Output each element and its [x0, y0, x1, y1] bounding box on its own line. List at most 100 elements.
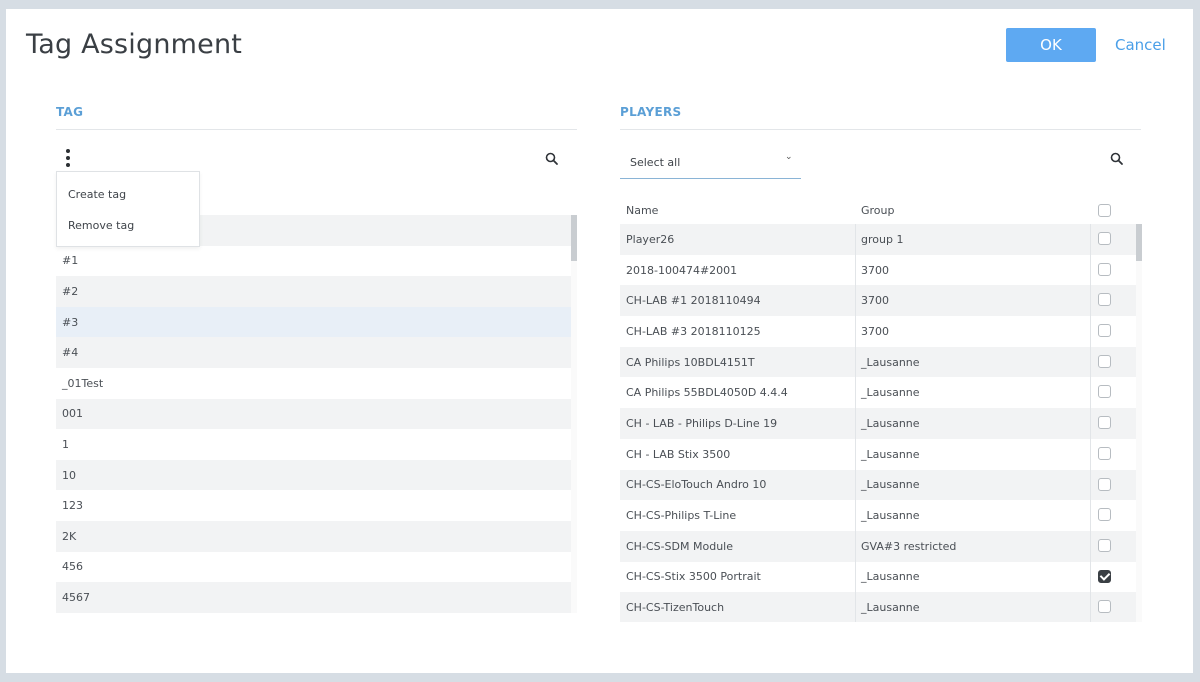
search-icon[interactable] — [545, 152, 559, 166]
player-checkbox[interactable] — [1098, 262, 1111, 276]
player-checkbox[interactable] — [1098, 232, 1111, 245]
select-all-label: Select all — [630, 156, 681, 169]
player-row[interactable]: CA Philips 55BDL4050D 4.4.4 _Lausanne — [620, 377, 1141, 409]
column-divider — [855, 561, 856, 593]
player-checkbox[interactable] — [1098, 446, 1111, 460]
player-checkbox[interactable] — [1098, 293, 1111, 307]
remove-tag-menu-item[interactable]: Remove tag — [57, 210, 199, 241]
player-row[interactable]: CH-CS-EloTouch Andro 10 _Lausanne — [620, 469, 1141, 501]
player-name-cell: CH-CS-Stix 3500 Portrait — [626, 570, 761, 584]
player-name-cell: CH-CS-TizenTouch — [626, 601, 725, 615]
player-checkbox[interactable] — [1098, 354, 1111, 368]
tag-list-item[interactable]: #3 — [56, 306, 577, 338]
player-group-cell: _Lausanne — [861, 509, 920, 523]
column-divider — [855, 285, 856, 317]
player-row[interactable]: CH - LAB - Philips D-Line 19 _Lausanne — [620, 408, 1141, 439]
tag-list-item[interactable]: 2K — [56, 520, 577, 552]
player-name-cell: CA Philips 55BDL4050D 4.4.4 — [626, 386, 788, 400]
tag-list-scrollbar-thumb[interactable] — [571, 215, 577, 261]
select-all-checkbox[interactable] — [1098, 204, 1111, 217]
player-name-cell: CH-CS-EloTouch Andro 10 — [626, 478, 767, 492]
tag-label: 001 — [62, 407, 83, 421]
player-checkbox[interactable] — [1098, 600, 1111, 614]
player-name-cell: CH - LAB Stix 3500 — [626, 447, 731, 461]
tag-list-item[interactable]: #1 — [56, 246, 577, 277]
player-row[interactable]: Player26 group 1 — [620, 224, 1141, 255]
column-divider — [855, 408, 856, 439]
column-header-name[interactable]: Name — [626, 195, 658, 225]
player-name-cell: Player26 — [626, 232, 675, 246]
player-row[interactable]: CH - LAB Stix 3500 _Lausanne — [620, 438, 1141, 470]
column-divider — [855, 224, 856, 255]
ok-button[interactable]: OK — [1006, 28, 1096, 62]
tag-list-item[interactable]: 4567 — [56, 582, 577, 613]
tag-list-item[interactable]: _01Test — [56, 368, 577, 399]
player-group-cell: _Lausanne — [861, 416, 920, 430]
column-divider — [1090, 438, 1091, 470]
dialog-title: Tag Assignment — [26, 29, 243, 60]
select-all-dropdown[interactable]: Select all — [620, 147, 801, 179]
tag-section-title: TAG — [56, 105, 84, 119]
tag-list-item[interactable]: 123 — [56, 490, 577, 521]
player-row[interactable]: CH-CS-SDM Module GVA#3 restricted — [620, 530, 1141, 562]
column-divider — [855, 500, 856, 531]
player-group-cell: _Lausanne — [861, 601, 920, 615]
column-divider — [855, 592, 856, 622]
player-checkbox[interactable] — [1098, 569, 1111, 583]
column-divider — [855, 530, 856, 562]
tag-list-item[interactable]: 001 — [56, 398, 577, 430]
player-row[interactable]: CH-CS-Philips T-Line _Lausanne — [620, 500, 1141, 531]
cancel-button[interactable]: Cancel — [1115, 36, 1166, 54]
tag-label: 123 — [62, 499, 83, 513]
player-group-cell: group 1 — [861, 232, 904, 246]
tag-list-item[interactable]: 456 — [56, 552, 577, 583]
player-row[interactable]: 2018-100474#2001 3700 — [620, 254, 1141, 286]
player-row[interactable]: CH-LAB #3 2018110125 3700 — [620, 316, 1141, 347]
players-scrollbar-track[interactable] — [1136, 224, 1142, 622]
players-section-divider — [620, 129, 1141, 130]
tag-list-scrollbar-track[interactable] — [571, 215, 577, 613]
search-icon[interactable] — [1110, 152, 1124, 166]
column-divider — [1090, 530, 1091, 562]
player-row[interactable]: CH-LAB #1 2018110494 3700 — [620, 285, 1141, 317]
column-divider — [1090, 592, 1091, 622]
player-row[interactable]: CA Philips 10BDL4151T _Lausanne — [620, 346, 1141, 378]
player-checkbox[interactable] — [1098, 477, 1111, 491]
player-group-cell: _Lausanne — [861, 478, 920, 492]
tag-list-item[interactable]: 1 — [56, 429, 577, 460]
tag-label: 4567 — [62, 590, 90, 604]
player-row[interactable]: CH-CS-TizenTouch _Lausanne — [620, 592, 1141, 622]
player-checkbox[interactable] — [1098, 385, 1111, 399]
tag-list-item[interactable]: #2 — [56, 276, 577, 307]
kebab-menu-icon[interactable] — [63, 149, 73, 167]
player-checkbox[interactable] — [1098, 416, 1111, 430]
player-checkbox[interactable] — [1098, 538, 1111, 552]
player-checkbox[interactable] — [1098, 508, 1111, 522]
column-header-group[interactable]: Group — [861, 195, 895, 225]
player-checkbox[interactable] — [1098, 324, 1111, 338]
player-name-cell: CH - LAB - Philips D-Line 19 — [626, 416, 778, 430]
tag-label: 1 — [62, 437, 69, 451]
column-divider — [1090, 377, 1091, 409]
tag-list: #1 #2 #3 #4 _01Test 001 1 10 123 2K 456 4567 — [56, 215, 577, 613]
player-group-cell: _Lausanne — [861, 386, 920, 400]
create-tag-menu-item[interactable]: Create tag — [57, 179, 199, 210]
tag-assignment-dialog: Tag Assignment OK Cancel TAG #1 #2 #3 #4 _01… — [6, 9, 1193, 673]
tag-label: #3 — [62, 315, 79, 329]
players-table: Player26 group 1 2018-100474#2001 3700 CH-LA… — [620, 224, 1141, 622]
column-divider — [1090, 285, 1091, 317]
tag-list-item[interactable]: #4 — [56, 337, 577, 368]
player-group-cell: 3700 — [861, 324, 889, 338]
tag-label: 10 — [62, 468, 76, 482]
tag-section-divider — [56, 129, 577, 130]
players-scrollbar-thumb[interactable] — [1136, 224, 1142, 261]
player-row[interactable]: CH-CS-Stix 3500 Portrait _Lausanne — [620, 561, 1141, 593]
tag-label: 2K — [62, 529, 77, 543]
tag-list-item[interactable]: 10 — [56, 459, 577, 491]
column-divider — [1090, 408, 1091, 439]
column-divider — [855, 254, 856, 286]
column-divider — [855, 346, 856, 378]
column-divider — [1090, 224, 1091, 255]
chevron-down-icon[interactable]: ⌄ — [785, 152, 793, 162]
tag-label: #2 — [62, 284, 79, 298]
